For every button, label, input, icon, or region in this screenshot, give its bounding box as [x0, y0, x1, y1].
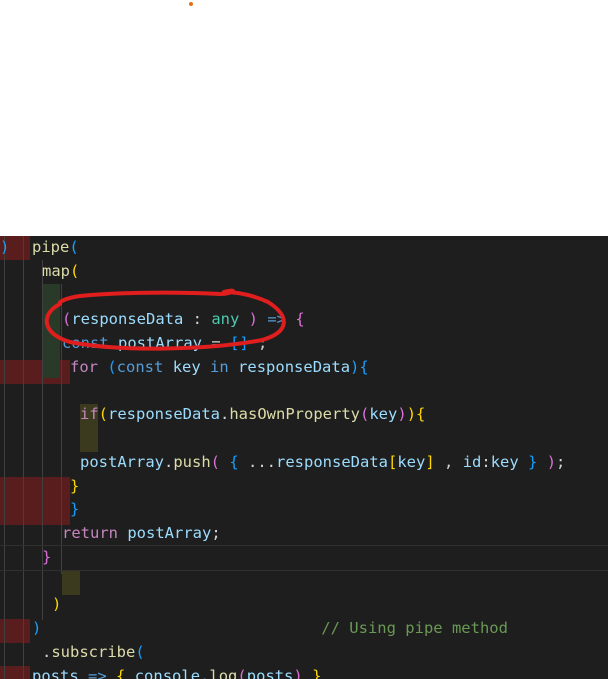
annotation-circle [44, 288, 286, 351]
code-editor[interactable]: pipe(map((responseData : any ) => {const… [0, 236, 608, 679]
orange-dot [189, 2, 193, 6]
